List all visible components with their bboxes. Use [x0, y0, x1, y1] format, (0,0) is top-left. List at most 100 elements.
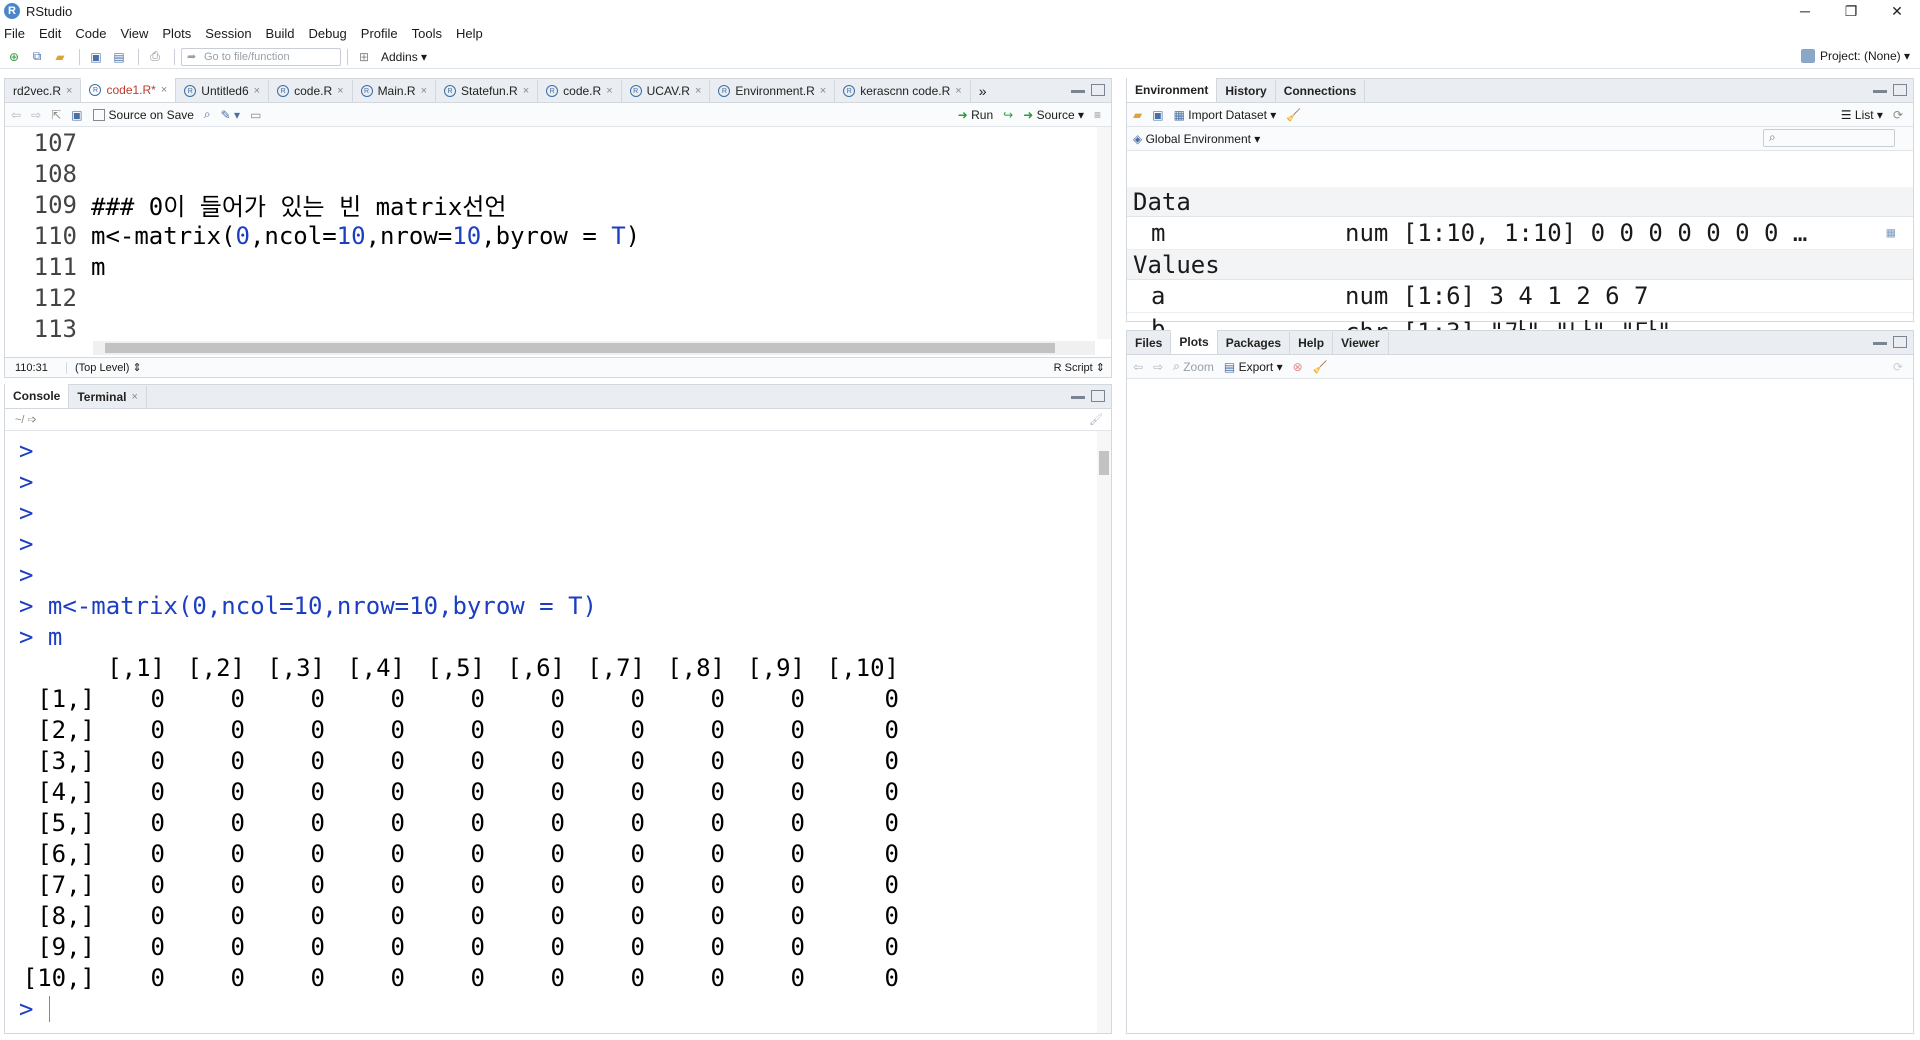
tab-untitled6[interactable]: R Untitled6 × — [176, 80, 270, 102]
close-window-button[interactable]: ✕ — [1874, 0, 1920, 22]
save-file-icon[interactable]: ▣ — [71, 108, 82, 122]
go-to-dir-icon[interactable]: ➩ — [28, 413, 37, 426]
menu-edit[interactable]: Edit — [39, 26, 61, 41]
go-to-file-input[interactable]: ➦ Go to file/function — [181, 47, 341, 66]
close-tab-icon[interactable]: × — [955, 85, 961, 97]
clear-objects-broom-icon[interactable]: 🧹 — [1286, 108, 1301, 122]
close-tab-icon[interactable]: × — [523, 85, 529, 97]
remove-plot-icon[interactable]: ⊗ — [1293, 360, 1303, 374]
console-input-prompt[interactable]: > — [19, 993, 1095, 1024]
close-tab-icon[interactable]: × — [421, 85, 427, 97]
close-tab-icon[interactable]: × — [695, 85, 701, 97]
source-button[interactable]: ➜ Source ▾ — [1023, 108, 1084, 122]
tab-kerascnn[interactable]: Rkerascnn code.R × — [835, 80, 971, 102]
minimize-pane-icon[interactable] — [1873, 342, 1887, 345]
forward-arrow-icon[interactable]: ⇨ — [31, 108, 41, 122]
global-env-selector[interactable]: ◈ Global Environment ▾ — [1133, 132, 1260, 146]
menu-file[interactable]: File — [4, 26, 25, 41]
tab-environment[interactable]: Environment — [1127, 78, 1218, 102]
tab-connections[interactable]: Connections — [1276, 80, 1366, 102]
tab-terminal[interactable]: Terminal × — [69, 386, 147, 408]
source-on-save-checkbox[interactable]: Source on Save — [92, 108, 194, 122]
menu-view[interactable]: View — [120, 26, 148, 41]
menu-help[interactable]: Help — [456, 26, 483, 41]
run-button[interactable]: ➜ Run — [958, 108, 993, 122]
menu-debug[interactable]: Debug — [308, 26, 346, 41]
restore-window-button[interactable]: ❐ — [1828, 0, 1874, 22]
menu-profile[interactable]: Profile — [361, 26, 398, 41]
refresh-icon[interactable]: ⟳ — [1893, 108, 1903, 122]
tab-ucav[interactable]: R UCAV.R × — [622, 80, 711, 102]
close-tab-icon[interactable]: × — [161, 84, 167, 96]
close-tab-icon[interactable]: × — [337, 85, 343, 97]
zoom-button[interactable]: ⌕ Zoom — [1173, 359, 1214, 374]
tab-rd2vec[interactable]: rd2vec.R × — [5, 80, 82, 102]
scrollbar-thumb[interactable] — [1099, 451, 1109, 475]
previous-plot-icon[interactable]: ⇦ — [1133, 360, 1143, 374]
tab-history[interactable]: History — [1217, 80, 1276, 102]
menu-tools[interactable]: Tools — [412, 26, 442, 41]
clear-console-icon[interactable]: 🖌 — [1089, 413, 1103, 426]
menu-code[interactable]: Code — [75, 26, 106, 41]
env-row-m[interactable]: m num [1:10, 1:10] 0 0 0 0 0 0 0 … ▦ — [1127, 217, 1913, 250]
maximize-pane-icon[interactable] — [1091, 390, 1105, 402]
tab-viewer[interactable]: Viewer — [1333, 332, 1389, 354]
tab-code-2[interactable]: Rcode.R × — [538, 80, 622, 102]
maximize-pane-icon[interactable] — [1893, 84, 1907, 96]
checkbox-icon[interactable] — [92, 108, 105, 121]
menu-session[interactable]: Session — [205, 26, 251, 41]
tab-statefun[interactable]: R Statefun.R × — [436, 80, 539, 102]
menu-plots[interactable]: Plots — [162, 26, 191, 41]
env-row-a[interactable]: a num [1:6] 3 4 1 2 6 7 — [1127, 280, 1913, 313]
save-all-icon[interactable]: ▤ — [109, 48, 129, 66]
maximize-pane-icon[interactable] — [1091, 84, 1105, 96]
back-arrow-icon[interactable]: ⇦ — [11, 108, 21, 122]
file-type-selector[interactable]: R Script ⇕ — [1054, 361, 1105, 374]
export-button[interactable]: ▤ Export ▾ — [1224, 360, 1283, 374]
minimize-pane-icon[interactable] — [1873, 90, 1887, 93]
code-tools-wand-icon[interactable]: ✎ ▾ — [221, 108, 240, 122]
console-vertical-scrollbar[interactable] — [1097, 431, 1111, 1033]
print-icon[interactable]: ⎙ — [145, 48, 165, 66]
maximize-pane-icon[interactable] — [1893, 336, 1907, 348]
show-in-window-icon[interactable]: ⇱ — [51, 108, 61, 122]
minimize-window-button[interactable]: ─ — [1782, 0, 1828, 22]
editor-horizontal-scrollbar[interactable] — [93, 341, 1095, 355]
save-workspace-icon[interactable]: ▣ — [1152, 108, 1163, 122]
editor-vertical-scrollbar[interactable] — [1097, 127, 1111, 339]
rerun-icon[interactable]: ↪ — [1003, 108, 1013, 122]
load-workspace-icon[interactable]: ▰ — [1133, 108, 1142, 122]
tab-code1[interactable]: Rcode1.R* × — [81, 78, 177, 102]
tab-environment-r[interactable]: R Environment.R × — [710, 80, 836, 102]
tab-packages[interactable]: Packages — [1218, 332, 1291, 354]
new-file-icon[interactable]: ⊕ — [4, 48, 24, 66]
scrollbar-thumb[interactable] — [105, 343, 1055, 353]
close-tab-icon[interactable]: × — [254, 85, 260, 97]
menu-build[interactable]: Build — [266, 26, 295, 41]
more-tabs-icon[interactable]: » — [979, 83, 987, 99]
import-dataset-button[interactable]: ▦ Import Dataset ▾ — [1174, 108, 1277, 122]
refresh-plots-icon[interactable]: ⟳ — [1893, 360, 1903, 374]
close-tab-icon[interactable]: × — [66, 85, 72, 97]
workspace-panes-icon[interactable]: ⊞ — [354, 48, 374, 66]
addins-button[interactable]: Addins ▾ — [381, 50, 427, 64]
project-menu[interactable]: Project: (None) ▾ — [1800, 49, 1910, 63]
minimize-pane-icon[interactable] — [1071, 396, 1085, 399]
new-project-icon[interactable]: ⧉ — [27, 48, 47, 66]
tab-code[interactable]: Rcode.R × — [269, 80, 353, 102]
clear-plots-broom-icon[interactable]: 🧹 — [1313, 360, 1328, 374]
view-mode-button[interactable]: ☰ List ▾ — [1841, 108, 1883, 122]
tab-help[interactable]: Help — [1290, 332, 1334, 354]
tab-plots[interactable]: Plots — [1171, 330, 1218, 354]
close-tab-icon[interactable]: × — [606, 85, 612, 97]
save-icon[interactable]: ▣ — [86, 48, 106, 66]
scope-selector[interactable]: (Top Level) ⇕ — [67, 361, 142, 374]
minimize-pane-icon[interactable] — [1071, 90, 1085, 93]
find-replace-icon[interactable]: ⌕ — [204, 107, 211, 122]
code-editor[interactable]: 107 108 109 ### 0이 들어가 있는 빈 matrix선언 110 m… — [5, 127, 1095, 340]
next-plot-icon[interactable]: ⇨ — [1153, 360, 1163, 374]
document-outline-icon[interactable]: ≡ — [1094, 108, 1101, 122]
compile-report-icon[interactable]: ▭ — [250, 108, 261, 122]
tab-console[interactable]: Console — [5, 384, 70, 408]
tab-main[interactable]: R Main.R × — [353, 80, 437, 102]
